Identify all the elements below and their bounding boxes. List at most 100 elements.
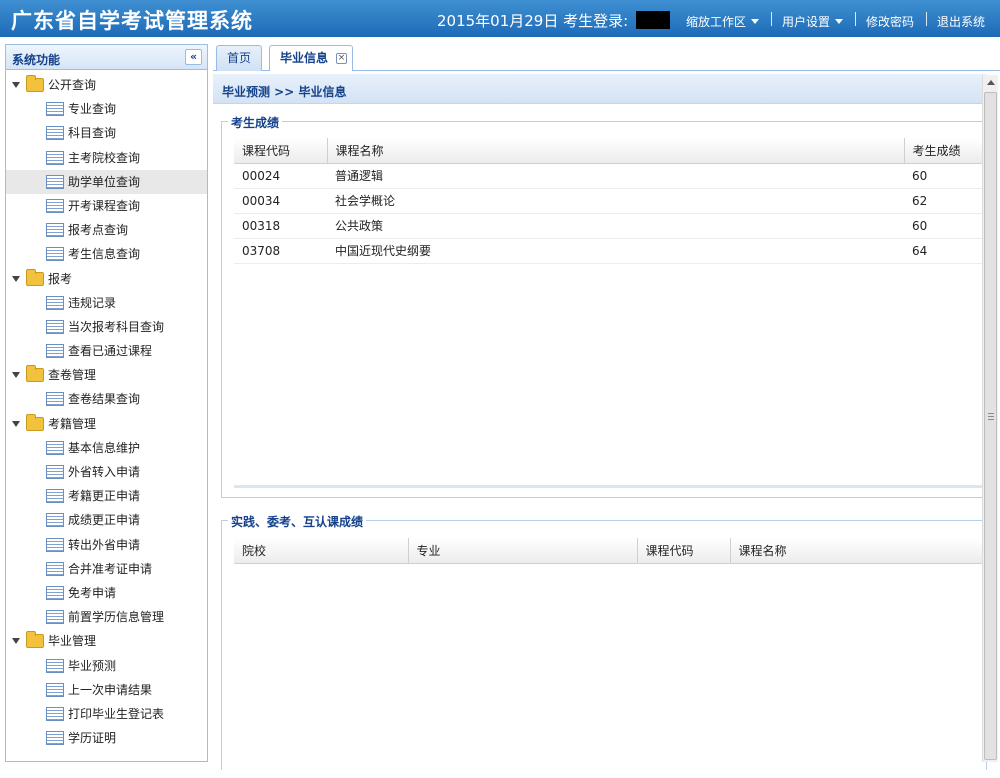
grid-empty-area — [234, 263, 984, 485]
page-icon — [46, 731, 64, 746]
sidebar-title: 系统功能 — [12, 53, 61, 67]
practice-scores-panel: 实践、委考、互认课成绩 院校 专业 课程代码 课程名称 — [221, 513, 987, 778]
tree-item[interactable]: 科目查询 — [6, 121, 207, 145]
page-icon — [46, 247, 64, 262]
tree-item[interactable]: 基本信息维护 — [6, 436, 207, 460]
tree-item[interactable]: 查看已通过课程 — [6, 339, 207, 363]
zoom-workspace-menu[interactable]: 缩放工作区 — [686, 13, 760, 30]
scrollbar-thumb[interactable] — [984, 92, 997, 760]
user-settings-menu[interactable]: 用户设置 — [782, 13, 844, 30]
tree-item[interactable]: 违规记录 — [6, 291, 207, 315]
dropdown-caret-icon — [835, 19, 844, 24]
tree-item[interactable]: 专业查询 — [6, 97, 207, 121]
tree-group-public-query[interactable]: 公开查询 — [6, 73, 207, 97]
tree-item[interactable]: 学历证明 — [6, 726, 207, 750]
tree-item[interactable]: 考生信息查询 — [6, 242, 207, 266]
tree-item[interactable]: 考籍更正申请 — [6, 484, 207, 508]
expand-triangle-icon[interactable] — [12, 420, 20, 427]
tree-group-registration[interactable]: 报考 — [6, 267, 207, 291]
page-icon — [46, 223, 64, 238]
expand-triangle-icon[interactable] — [12, 372, 20, 379]
tree-item[interactable]: 转出外省申请 — [6, 533, 207, 557]
tree-item[interactable]: 免考申请 — [6, 581, 207, 605]
page-icon — [46, 513, 64, 528]
scores-panel-title: 考生成绩 — [228, 114, 283, 131]
page-icon — [46, 126, 64, 141]
column-header[interactable]: 考生成绩 — [904, 138, 984, 164]
column-header[interactable]: 课程代码 — [637, 538, 731, 564]
content-scrollbar[interactable] — [982, 75, 998, 762]
sidebar: 系统功能 « 公开查询 专业查询 科目查询 主考院校查询 助学单位查询 开考课程… — [5, 44, 208, 762]
grid-header-row: 院校 专业 课程代码 课程名称 — [234, 538, 984, 564]
change-password-link[interactable]: 修改密码 — [866, 13, 914, 30]
column-header[interactable]: 专业 — [408, 538, 638, 564]
function-tree: 公开查询 专业查询 科目查询 主考院校查询 助学单位查询 开考课程查询 报考点查… — [6, 73, 207, 750]
table-row[interactable]: 03708 中国近现代史纲要 64 — [234, 238, 984, 264]
page-icon — [46, 465, 64, 479]
page-icon — [46, 706, 64, 721]
practice-scores-grid: 院校 专业 课程代码 课程名称 — [234, 538, 984, 778]
page-icon — [46, 150, 64, 165]
tree-group-paper-review[interactable]: 查卷管理 — [6, 363, 207, 387]
page-icon — [46, 610, 64, 625]
column-header[interactable]: 课程名称 — [730, 538, 984, 564]
close-tab-icon[interactable]: × — [336, 53, 347, 64]
tree-item[interactable]: 查卷结果查询 — [6, 387, 207, 411]
tree-item-hovered[interactable]: 助学单位查询 — [6, 169, 207, 194]
tree-item[interactable]: 前置学历信息管理 — [6, 605, 207, 629]
page-icon — [46, 295, 64, 310]
tree-group-graduation[interactable]: 毕业管理 — [6, 629, 207, 653]
folder-open-icon — [26, 365, 44, 383]
table-row[interactable]: 00318 公共政策 60 — [234, 213, 984, 239]
collapse-sidebar-button[interactable]: « — [185, 49, 202, 65]
page-icon — [46, 319, 64, 334]
column-header[interactable]: 课程名称 — [327, 138, 905, 164]
table-row[interactable]: 00024 普通逻辑 60 — [234, 163, 984, 189]
tab-home[interactable]: 首页 — [216, 45, 262, 71]
page-icon — [46, 537, 64, 552]
tree-item[interactable]: 外省转入申请 — [6, 460, 207, 484]
logout-link[interactable]: 退出系统 — [937, 13, 985, 30]
breadcrumb: 毕业预测 >> 毕业信息 — [213, 74, 987, 104]
tree-item[interactable]: 报考点查询 — [6, 218, 207, 242]
dropdown-caret-icon — [751, 19, 760, 24]
folder-open-icon — [26, 413, 44, 431]
tree-item[interactable]: 毕业预测 — [6, 654, 207, 678]
tree-item[interactable]: 上一次申请结果 — [6, 678, 207, 702]
date-login-text: 2015年01月29日 考生登录: — [437, 12, 629, 30]
tree-item[interactable]: 主考院校查询 — [6, 146, 207, 170]
scores-grid: 课程代码 课程名称 考生成绩 00024 普通逻辑 60 00034 社会学概论 62 … — [234, 138, 984, 488]
expand-triangle-icon[interactable] — [12, 638, 20, 645]
expand-triangle-icon[interactable] — [12, 275, 20, 282]
tree-item[interactable]: 合并准考证申请 — [6, 557, 207, 581]
page-icon — [46, 102, 64, 117]
column-header[interactable]: 院校 — [234, 538, 409, 564]
column-header[interactable]: 课程代码 — [234, 138, 328, 164]
folder-open-icon — [26, 631, 44, 649]
page-icon — [46, 344, 64, 359]
app-title: 广东省自学考试管理系统 — [11, 9, 253, 33]
page-icon — [46, 585, 64, 600]
tab-label: 毕业信息 — [280, 51, 329, 65]
redacted-username — [636, 11, 670, 29]
page-icon — [46, 392, 64, 407]
tab-bar: 首页 毕业信息 × — [213, 42, 1000, 72]
folder-open-icon — [26, 75, 44, 92]
page-icon — [46, 174, 64, 189]
page-icon — [46, 561, 64, 576]
scroll-up-arrow-icon[interactable] — [987, 80, 995, 85]
folder-open-icon — [26, 268, 44, 286]
practice-panel-title: 实践、委考、互认课成绩 — [228, 513, 367, 530]
menu-divider — [926, 12, 927, 26]
tree-item[interactable]: 开考课程查询 — [6, 194, 207, 218]
sidebar-header: 系统功能 « — [6, 45, 207, 70]
table-row[interactable]: 00034 社会学概论 62 — [234, 188, 984, 214]
expand-triangle-icon[interactable] — [12, 82, 20, 88]
tree-group-records[interactable]: 考籍管理 — [6, 412, 207, 436]
tree-item[interactable]: 打印毕业生登记表 — [6, 702, 207, 726]
tab-graduation-info[interactable]: 毕业信息 × — [269, 45, 353, 72]
tree-item[interactable]: 当次报考科目查询 — [6, 315, 207, 339]
menu-divider — [855, 12, 856, 26]
main-content: 毕业预测 >> 毕业信息 考生成绩 课程代码 课程名称 考生成绩 00024 普通… — [213, 71, 1000, 778]
tree-item[interactable]: 成绩更正申请 — [6, 508, 207, 532]
